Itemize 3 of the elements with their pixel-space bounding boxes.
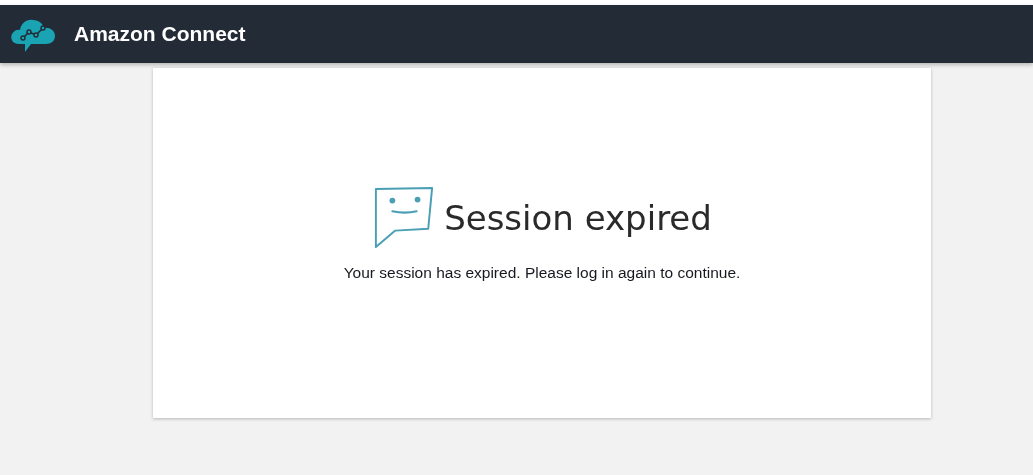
message-text: Your session has expired. Please log in again to continue. xyxy=(343,264,741,282)
app-title: Amazon Connect xyxy=(74,22,246,46)
message-title: Session expired xyxy=(444,198,712,238)
